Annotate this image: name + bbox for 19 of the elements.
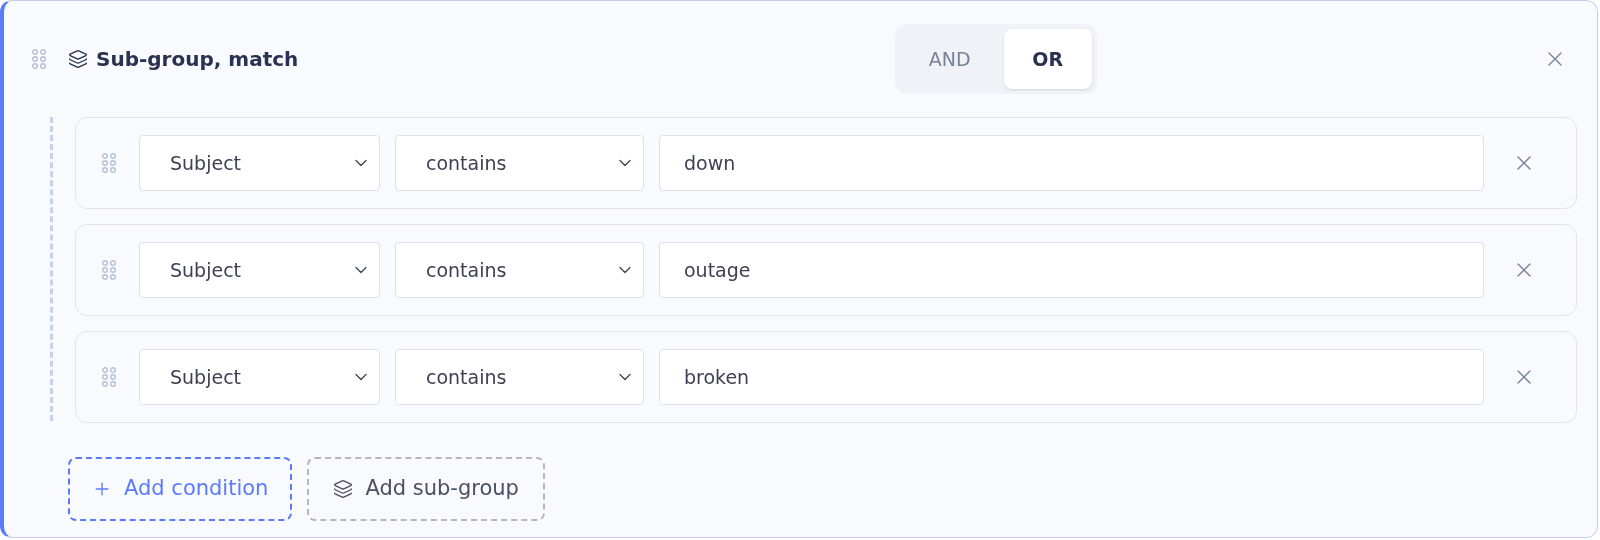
value-field[interactable]: outage — [659, 242, 1484, 298]
layers-icon — [68, 49, 88, 69]
field-select[interactable]: Subject — [139, 135, 380, 191]
drag-handle-icon[interactable] — [102, 367, 116, 387]
drag-handle-icon[interactable] — [32, 49, 46, 69]
drag-handle-icon[interactable] — [102, 153, 116, 173]
drag-handle-icon[interactable] — [102, 260, 116, 280]
add-condition-button[interactable]: Add condition — [68, 457, 293, 521]
operator-tab[interactable]: OR — [1003, 29, 1092, 89]
layers-icon — [333, 479, 354, 499]
operator-select[interactable]: contains — [395, 242, 644, 298]
operator-select[interactable]: contains — [395, 135, 644, 191]
group-title: Sub-group, match — [96, 46, 299, 73]
value-field[interactable]: broken — [659, 349, 1484, 405]
field-select[interactable]: Subject — [139, 242, 380, 298]
field-select[interactable]: Subject — [139, 349, 380, 405]
add-subgroup-button[interactable]: Add sub-group — [307, 457, 545, 521]
operator-select[interactable]: contains — [395, 349, 644, 405]
value-field[interactable]: down — [659, 135, 1484, 191]
